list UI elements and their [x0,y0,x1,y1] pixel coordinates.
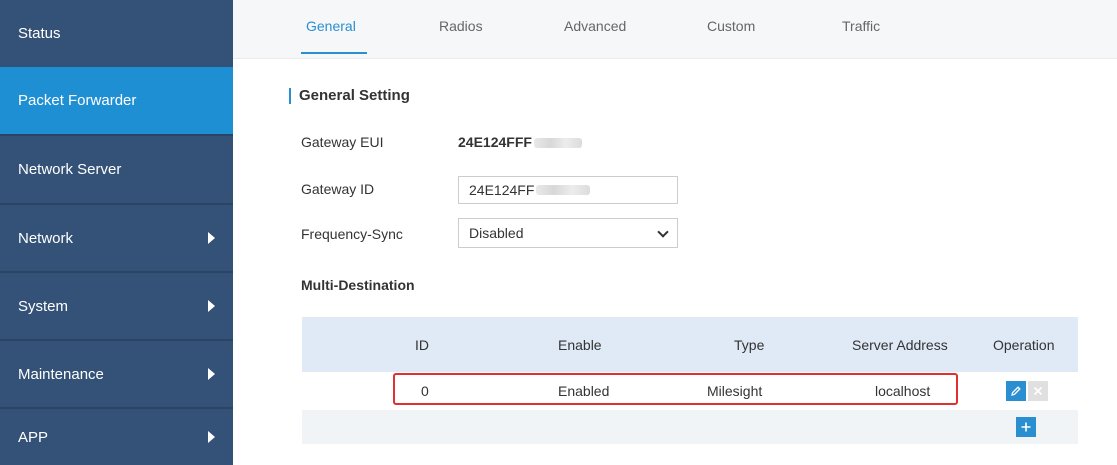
gateway-eui-value: 24E124FFF [458,134,582,150]
sidebar-item-label: APP [18,428,49,446]
caret-right-icon [208,368,215,380]
main-panel: General Radios Advanced Custom Traffic G… [233,0,1117,465]
sidebar-item-network[interactable]: Network [0,205,233,271]
tab-general[interactable]: General [306,18,356,34]
frequency-sync-value: Disabled [469,225,524,241]
column-header-operation: Operation [993,337,1055,353]
frequency-sync-select[interactable]: Disabled [458,218,678,248]
sidebar-item-label: Status [18,25,61,42]
sidebar-item-label: System [18,297,69,315]
add-destination-button[interactable] [1016,417,1036,437]
sidebar-item-status[interactable]: Status [0,0,233,67]
sidebar-item-packet-forwarder[interactable]: Packet Forwarder [0,67,233,134]
tab-traffic[interactable]: Traffic [842,18,880,34]
sidebar-item-label: Maintenance [18,365,104,383]
sidebar: Status Packet Forwarder Network Server N… [0,0,233,465]
caret-right-icon [208,300,215,312]
tab-bar: General Radios Advanced Custom Traffic [233,0,1117,59]
sidebar-item-maintenance[interactable]: Maintenance [0,341,233,407]
chevron-down-icon [657,226,669,238]
table-add-row [302,410,1078,444]
multi-destination-heading: Multi-Destination [301,277,415,293]
table-header: ID Enable Type Server Address Operation [302,317,1078,372]
column-header-id: ID [415,337,429,353]
frequency-sync-label: Frequency-Sync [301,226,403,242]
sidebar-item-label: Network [18,229,74,247]
gateway-id-value: 24E124FF [469,182,535,198]
tab-radios[interactable]: Radios [439,18,483,34]
column-header-enable: Enable [558,337,602,353]
column-header-server-address: Server Address [852,337,948,353]
row-highlight-box [393,373,958,405]
delete-button[interactable] [1028,381,1048,401]
gateway-eui-label: Gateway EUI [301,134,384,150]
tab-advanced[interactable]: Advanced [564,18,626,34]
gateway-id-input[interactable]: 24E124FF [458,176,678,204]
caret-right-icon [208,232,215,244]
tab-custom[interactable]: Custom [707,18,755,34]
gateway-eui-text: 24E124FFF [458,134,532,150]
sidebar-item-label: Network Server [18,161,122,178]
edit-button[interactable] [1006,381,1026,401]
sidebar-item-network-server[interactable]: Network Server [0,136,233,203]
table-row[interactable]: 0 Enabled Milesight localhost [302,372,1078,411]
redacted-mask [533,138,582,149]
sidebar-item-label: Packet Forwarder [18,92,137,109]
section-title: General Setting [289,88,410,104]
gateway-id-label: Gateway ID [301,181,375,197]
active-tab-indicator [301,52,367,54]
redacted-mask [536,185,591,195]
caret-right-icon [208,431,215,443]
plus-icon [1021,422,1031,432]
sidebar-item-app[interactable]: APP [0,409,233,465]
pencil-icon [1011,386,1021,396]
close-icon [1033,386,1043,396]
sidebar-item-system[interactable]: System [0,273,233,339]
column-header-type: Type [734,337,765,353]
